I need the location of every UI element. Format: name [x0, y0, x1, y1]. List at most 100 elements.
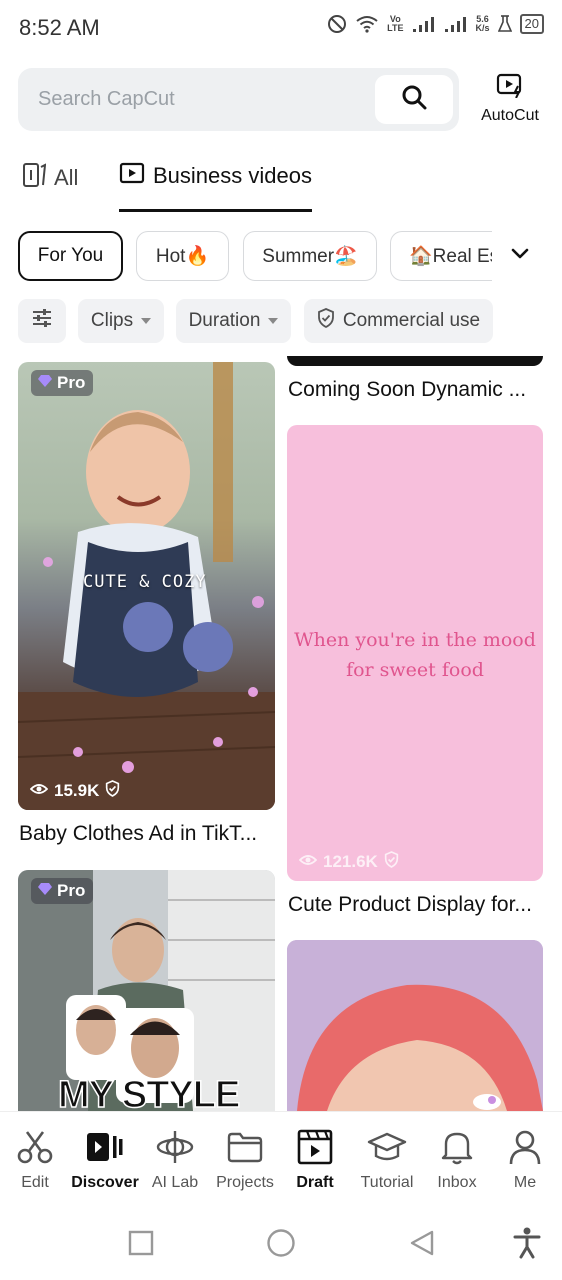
template-card-baby-clothes[interactable]: Pro CUTE & COZY 15.9K — [18, 362, 275, 810]
scissors-icon — [16, 1129, 54, 1170]
nav-projects[interactable]: Projects — [210, 1130, 280, 1192]
view-count-value: 15.9K — [54, 781, 100, 800]
template-title[interactable]: Coming Soon Dynamic ... — [288, 378, 544, 402]
nav-edit[interactable]: Edit — [0, 1130, 70, 1192]
nav-label: Discover — [71, 1174, 139, 1191]
template-card-my-style[interactable]: Pro MY STYLE — [18, 870, 275, 1111]
nav-label: Me — [513, 1174, 537, 1191]
tab-all[interactable]: All — [22, 162, 78, 194]
tab-business-videos-label: Business videos — [153, 163, 312, 188]
filter-commercial-use[interactable]: Commercial use — [304, 299, 493, 343]
status-time: 8:52 AM — [19, 15, 100, 40]
nav-label: Tutorial — [360, 1174, 414, 1191]
person-icon — [508, 1129, 542, 1170]
eye-icon — [29, 781, 49, 801]
pro-badge: Pro — [31, 370, 94, 396]
signal-icon — [412, 15, 436, 33]
overlay-text: MY STYLE — [57, 1073, 241, 1111]
template-title[interactable]: Baby Clothes Ad in TikT... — [19, 822, 275, 846]
nav-label: Edit — [21, 1174, 49, 1191]
dnd-icon — [327, 14, 347, 34]
nav-label: Inbox — [437, 1174, 477, 1191]
diamond-icon — [37, 373, 53, 393]
filter-clips[interactable]: Clips — [78, 299, 164, 343]
graduation-cap-icon — [367, 1130, 407, 1169]
autocut-button[interactable]: AutoCut — [474, 72, 546, 125]
chips-expand-button[interactable] — [505, 242, 535, 270]
recent-apps-icon[interactable] — [128, 1230, 154, 1261]
chip-label: Hot🔥 — [155, 246, 210, 267]
template-card-red-hair[interactable] — [287, 940, 543, 1111]
all-icon — [22, 162, 47, 194]
topic-chips: For You Hot🔥 Summer🏖️ 🏠Real Es — [0, 230, 562, 282]
signal-icon — [444, 15, 468, 33]
caret-down-icon — [141, 318, 152, 324]
search-bar[interactable]: Search CapCut — [18, 68, 459, 131]
ai-lab-icon — [156, 1129, 194, 1170]
system-navigation-bar — [0, 1201, 562, 1280]
discover-icon — [86, 1131, 124, 1168]
red-hair-thumbnail-image — [287, 940, 543, 1111]
network-speed-unit: K/s — [475, 23, 490, 33]
sliders-icon — [31, 308, 53, 334]
nav-ai-lab[interactable]: AI Lab — [140, 1130, 210, 1192]
volte-bottom: LTE — [387, 23, 404, 33]
folder-icon — [227, 1131, 263, 1168]
tab-all-label: All — [54, 165, 79, 190]
autocut-label: AutoCut — [481, 107, 539, 124]
pro-badge-label: Pro — [57, 881, 86, 900]
chip-summer[interactable]: Summer🏖️ — [243, 231, 377, 281]
tab-business-videos[interactable]: Business videos — [119, 162, 312, 190]
nav-discover[interactable]: Discover — [70, 1130, 140, 1192]
back-icon[interactable] — [408, 1229, 436, 1262]
battery-level: 20 — [524, 16, 539, 31]
chip-hot[interactable]: Hot🔥 — [136, 231, 229, 281]
autocut-icon — [496, 73, 524, 102]
chip-label: Summer🏖️ — [262, 246, 358, 267]
nav-inbox[interactable]: Inbox — [422, 1130, 492, 1192]
template-card-cute-product[interactable]: When you're in the mood for sweet food 1… — [287, 425, 543, 881]
accessibility-icon[interactable] — [513, 1227, 541, 1264]
overlay-text-line-1: When you're in the mood — [294, 629, 536, 651]
chip-real-estate[interactable]: 🏠Real Es — [390, 231, 492, 281]
pro-badge: Pro — [31, 878, 94, 904]
home-icon[interactable] — [266, 1228, 296, 1263]
diamond-icon — [37, 881, 53, 901]
overlay-text-block: When you're in the mood for sweet food — [287, 625, 543, 685]
search-button[interactable] — [375, 75, 453, 124]
view-count-value: 121.6K — [323, 852, 378, 871]
chip-label: 🏠Real Es — [409, 246, 492, 267]
eye-icon — [298, 852, 318, 872]
shield-icon — [384, 851, 399, 873]
chevron-down-icon — [510, 247, 530, 266]
pro-badge-label: Pro — [57, 373, 86, 392]
overlay-text-line-2: for sweet food — [346, 659, 484, 681]
active-tab-indicator — [119, 209, 312, 212]
filter-duration-label: Duration — [188, 310, 261, 331]
bottom-nav: Edit Discover AI Lab Projects Draft Tuto… — [0, 1111, 562, 1201]
filter-duration[interactable]: Duration — [176, 299, 291, 343]
filter-clips-label: Clips — [90, 310, 134, 331]
nav-label: AI Lab — [151, 1174, 199, 1191]
caret-down-icon — [268, 318, 279, 324]
filter-commercial-label: Commercial use — [342, 310, 481, 331]
search-icon — [401, 84, 427, 115]
template-card-coming-soon-thumbnail[interactable] — [287, 356, 543, 366]
chip-for-you[interactable]: For You — [18, 231, 123, 281]
nav-tutorial[interactable]: Tutorial — [352, 1130, 422, 1192]
shield-check-icon — [317, 308, 335, 334]
view-count: 121.6K — [298, 851, 399, 873]
filter-settings-button[interactable] — [18, 299, 66, 343]
chip-label: For You — [37, 245, 104, 266]
category-tabs: All Business videos — [0, 150, 562, 216]
overlay-text: CUTE & COZY — [83, 572, 207, 592]
nav-label: Draft — [296, 1174, 334, 1191]
nav-me[interactable]: Me — [490, 1130, 560, 1192]
clapper-icon — [297, 1129, 333, 1170]
nav-label: Projects — [216, 1174, 274, 1191]
nav-draft[interactable]: Draft — [280, 1129, 350, 1192]
shield-icon — [105, 780, 120, 802]
filter-bar: Clips Duration Commercial use — [0, 299, 562, 345]
template-title[interactable]: Cute Product Display for... — [288, 893, 544, 917]
flask-icon — [497, 15, 512, 33]
